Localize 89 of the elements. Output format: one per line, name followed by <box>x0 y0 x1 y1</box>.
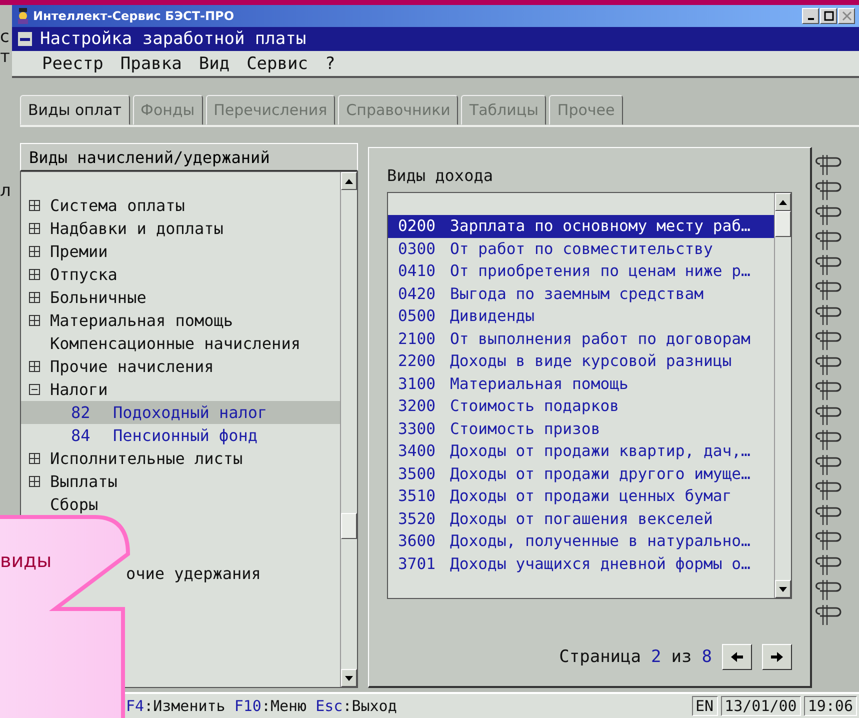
expand-icon[interactable] <box>29 453 40 464</box>
expand-icon[interactable] <box>29 200 40 211</box>
panel-header: Виды начислений/удержаний <box>20 143 358 171</box>
page-label: Страница <box>559 647 642 667</box>
page-count: 8 <box>702 647 712 667</box>
list-item[interactable]: 3400 Доходы от продажи квартир, дач,… <box>388 440 774 462</box>
close-button[interactable] <box>838 8 855 24</box>
expand-icon[interactable] <box>29 361 40 372</box>
expand-icon[interactable] <box>29 292 40 303</box>
document-title: Настройка заработной платы <box>40 29 306 49</box>
window-title: Интеллект-Сервис БЭСТ-ПРО <box>33 9 234 23</box>
list-item[interactable]: 0300 От работ по совместительству <box>388 238 774 260</box>
tree-item[interactable]: Система оплаты <box>50 196 185 215</box>
list-item[interactable]: 0420 Выгода по заемным средствам <box>388 282 774 305</box>
callout-text: виды <box>0 550 52 572</box>
list-item[interactable]: 3300 Стоимость призов <box>388 418 774 440</box>
maximize-icon <box>824 11 834 21</box>
next-page-button[interactable] <box>762 644 792 670</box>
list-item[interactable]: 0410 От приобретения по ценам ниже р… <box>388 260 774 282</box>
shortcut-hint: F4:Изменить <box>126 697 226 715</box>
tree-item[interactable]: Сборы <box>50 495 98 514</box>
tree-item[interactable]: Больничные <box>50 288 146 307</box>
minimize-icon <box>808 18 814 20</box>
list-item[interactable]: 3701 Доходы учащихся дневной формы о… <box>388 552 774 575</box>
list-item[interactable]: 3500 Доходы от продажи другого имуще… <box>388 462 774 485</box>
tree-item[interactable]: 84 Пенсионный фонд <box>21 424 340 447</box>
scroll-down-button[interactable] <box>775 580 791 598</box>
shortcut-hint: Esc:Выход <box>316 697 397 715</box>
list-item[interactable]: 2100 От выполнения работ по договорам <box>388 328 774 350</box>
tree-item[interactable]: очие удержания <box>126 564 261 583</box>
collapse-icon[interactable] <box>29 384 40 395</box>
shortcut-hint: F10:Меню <box>234 697 307 715</box>
language-indicator: EN <box>692 696 718 716</box>
expand-icon[interactable] <box>29 476 40 487</box>
background-text: л <box>0 181 11 201</box>
page-number: 2 <box>651 647 662 667</box>
list-item[interactable]: 3510 Доходы от продажи ценных бумаг <box>388 485 774 508</box>
tree-item[interactable]: Материальная помощь <box>50 311 234 330</box>
menu-item[interactable]: Сервис <box>246 54 308 74</box>
list-item[interactable]: 0500 Дивиденды <box>388 305 774 328</box>
expand-icon[interactable] <box>29 223 40 234</box>
tree-item[interactable]: 82 Подоходный налог <box>21 401 340 424</box>
tree-item[interactable]: Надбавки и доплаты <box>50 219 224 238</box>
expand-icon[interactable] <box>29 315 40 326</box>
panel-header: Виды дохода <box>387 166 494 187</box>
tree-item[interactable]: Премии <box>50 242 108 261</box>
tree-item[interactable]: Налоги <box>50 380 108 399</box>
list-item[interactable]: 3100 Материальная помощь <box>388 372 774 395</box>
menu-item[interactable]: ? <box>324 54 336 74</box>
expand-icon[interactable] <box>29 269 40 280</box>
previous-page-button[interactable] <box>722 644 752 670</box>
list-item[interactable]: 3520 Доходы от погашения векселей <box>388 508 774 530</box>
menu-item[interactable]: Правка <box>120 54 182 74</box>
maximize-button[interactable] <box>820 8 837 24</box>
menu-item[interactable]: Вид <box>198 54 230 74</box>
menu-item[interactable]: Реестр <box>42 54 104 74</box>
tree-item[interactable]: Компенсационные начисления <box>50 334 300 353</box>
tree-item[interactable]: Исполнительные листы <box>50 449 243 468</box>
list-item[interactable]: 3600 Доходы, полученные в натурально… <box>388 530 774 552</box>
left-arrow-icon <box>731 652 743 662</box>
up-arrow-icon <box>779 200 787 204</box>
page-label: из <box>671 647 692 667</box>
close-icon <box>842 11 852 21</box>
list-item[interactable]: 2200 Доходы в виде курсовой разницы <box>388 350 774 372</box>
date-display: 13/01/00 <box>720 696 801 716</box>
tree-item[interactable]: Выплаты <box>50 472 118 491</box>
background-text: с <box>0 27 10 47</box>
up-arrow-icon <box>345 178 353 184</box>
tab[interactable]: Виды оплат <box>20 95 130 125</box>
scrollbar[interactable] <box>340 172 357 687</box>
scrollbar[interactable] <box>774 193 791 598</box>
list-item[interactable]: 3200 Стоимость подарков <box>388 395 774 418</box>
down-arrow-icon <box>345 676 353 680</box>
system-menu-button[interactable] <box>18 32 32 46</box>
scroll-down-button[interactable] <box>341 669 357 687</box>
down-arrow-icon <box>779 586 787 592</box>
expand-icon[interactable] <box>29 246 40 257</box>
scroll-up-button[interactable] <box>775 193 791 211</box>
tree-item[interactable]: Отпуска <box>50 265 118 284</box>
list-item[interactable]: 0200 Зарплата по основному месту раб… <box>388 215 774 238</box>
time-display: 19:06 <box>804 696 857 716</box>
background-text: т <box>0 47 10 67</box>
person-icon <box>16 8 30 24</box>
right-arrow-icon <box>771 652 783 662</box>
scroll-thumb[interactable] <box>341 513 357 539</box>
minimize-button[interactable] <box>802 8 819 24</box>
tree-item[interactable]: Прочие начисления <box>50 357 214 376</box>
scroll-up-button[interactable] <box>341 172 357 190</box>
scroll-thumb[interactable] <box>775 211 791 237</box>
